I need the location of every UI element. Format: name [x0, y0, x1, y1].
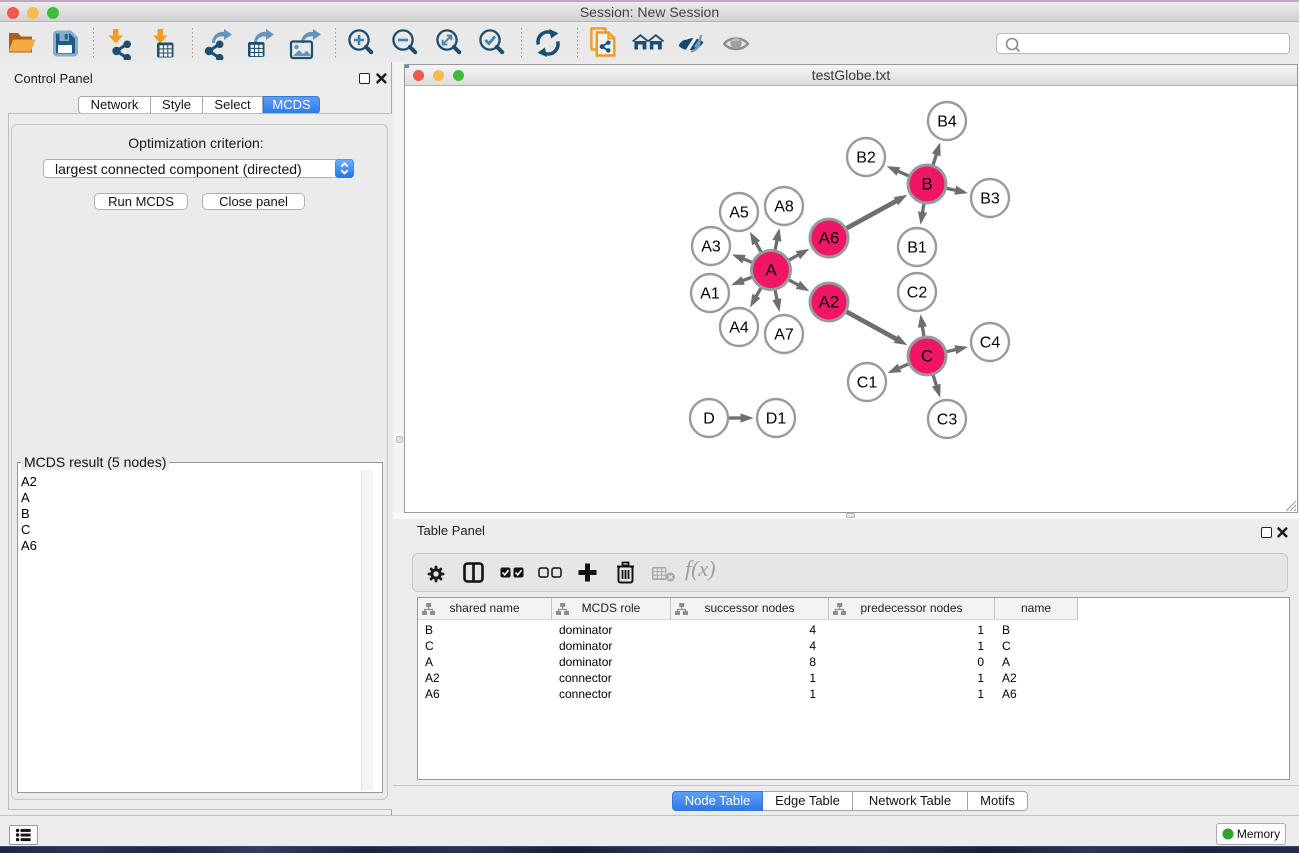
- svg-text:A6: A6: [819, 229, 840, 248]
- svg-text:B4: B4: [937, 114, 957, 131]
- svg-text:B1: B1: [907, 240, 927, 257]
- svg-text:A8: A8: [774, 199, 794, 216]
- svg-text:A1: A1: [700, 286, 720, 303]
- svg-text:B3: B3: [980, 191, 1000, 208]
- svg-text:D1: D1: [766, 411, 787, 428]
- svg-text:D: D: [703, 411, 715, 428]
- svg-text:A: A: [765, 261, 777, 280]
- svg-text:A3: A3: [701, 239, 721, 256]
- svg-text:A5: A5: [729, 205, 749, 222]
- svg-text:B: B: [921, 175, 932, 194]
- svg-text:C4: C4: [980, 335, 1001, 352]
- svg-text:C2: C2: [907, 285, 928, 302]
- svg-text:C: C: [921, 347, 933, 366]
- svg-text:A4: A4: [729, 320, 749, 337]
- svg-text:C3: C3: [937, 412, 958, 429]
- svg-text:C1: C1: [857, 375, 878, 392]
- svg-text:B2: B2: [856, 150, 876, 167]
- svg-text:A7: A7: [774, 327, 794, 344]
- svg-text:A2: A2: [819, 293, 840, 312]
